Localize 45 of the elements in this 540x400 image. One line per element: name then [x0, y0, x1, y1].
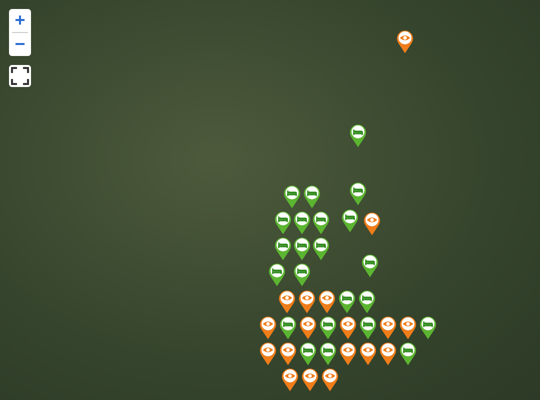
eye-marker-icon[interactable]: [339, 341, 357, 366]
eye-marker-icon[interactable]: [259, 315, 277, 340]
eye-marker-icon[interactable]: [259, 341, 277, 366]
bed-marker-icon[interactable]: [399, 341, 417, 366]
zoom-out-button[interactable]: −: [9, 33, 31, 56]
eye-marker-icon[interactable]: [299, 315, 317, 340]
eye-marker-icon[interactable]: [399, 315, 417, 340]
bed-marker-icon[interactable]: [268, 262, 286, 287]
fullscreen-button[interactable]: [9, 65, 31, 87]
bed-marker-icon[interactable]: [358, 289, 376, 314]
bed-marker-icon[interactable]: [293, 236, 311, 261]
bed-marker-icon[interactable]: [274, 236, 292, 261]
fullscreen-icon: [11, 67, 29, 85]
eye-marker-icon[interactable]: [359, 341, 377, 366]
eye-marker-icon[interactable]: [379, 341, 397, 366]
bed-marker-icon[interactable]: [338, 289, 356, 314]
eye-marker-icon[interactable]: [301, 367, 319, 392]
eye-marker-icon[interactable]: [321, 367, 339, 392]
eye-marker-icon[interactable]: [318, 289, 336, 314]
eye-marker-icon[interactable]: [363, 211, 381, 236]
bed-marker-icon[interactable]: [279, 315, 297, 340]
bed-marker-icon[interactable]: [319, 341, 337, 366]
bed-marker-icon[interactable]: [349, 123, 367, 148]
bed-marker-icon[interactable]: [419, 315, 437, 340]
eye-marker-icon[interactable]: [298, 289, 316, 314]
bed-marker-icon[interactable]: [361, 253, 379, 278]
bed-marker-icon[interactable]: [283, 184, 301, 209]
eye-marker-icon[interactable]: [339, 315, 357, 340]
bed-marker-icon[interactable]: [359, 315, 377, 340]
eye-marker-icon[interactable]: [379, 315, 397, 340]
bed-marker-icon[interactable]: [319, 315, 337, 340]
bed-marker-icon[interactable]: [349, 181, 367, 206]
bed-marker-icon[interactable]: [312, 210, 330, 235]
bed-marker-icon[interactable]: [299, 341, 317, 366]
bed-marker-icon[interactable]: [303, 184, 321, 209]
eye-marker-icon[interactable]: [278, 289, 296, 314]
bed-marker-icon[interactable]: [293, 262, 311, 287]
bed-marker-icon[interactable]: [312, 236, 330, 261]
zoom-in-button[interactable]: +: [9, 9, 31, 32]
bed-marker-icon[interactable]: [293, 210, 311, 235]
eye-marker-icon[interactable]: [396, 29, 414, 54]
eye-marker-icon[interactable]: [279, 341, 297, 366]
bed-marker-icon[interactable]: [341, 208, 359, 233]
bed-marker-icon[interactable]: [274, 210, 292, 235]
eye-marker-icon[interactable]: [281, 367, 299, 392]
